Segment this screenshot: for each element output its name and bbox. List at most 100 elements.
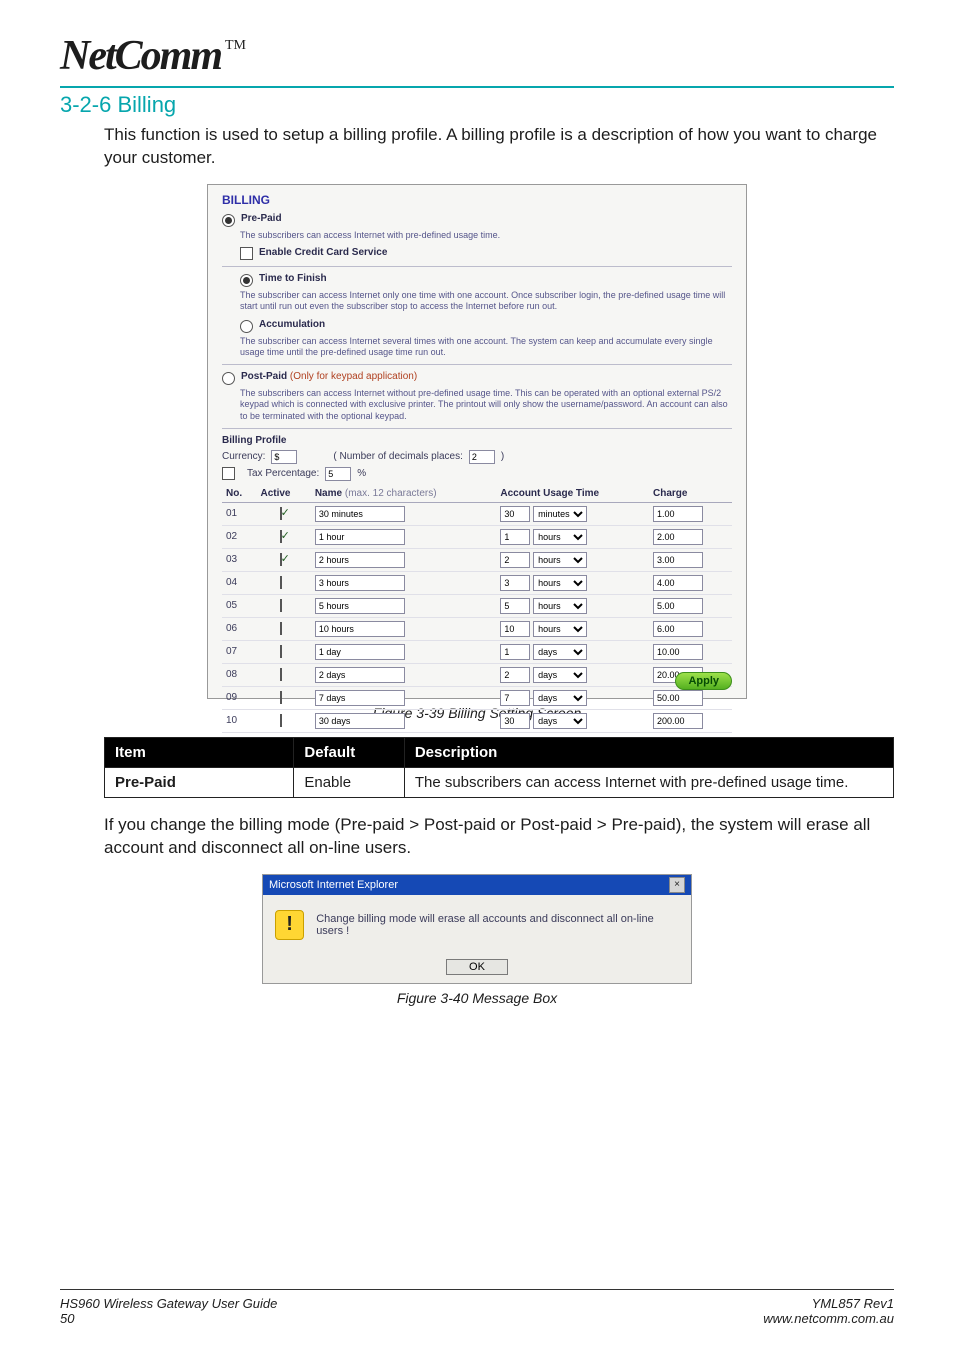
decimals-close: ) xyxy=(501,451,504,462)
row-charge-input[interactable] xyxy=(653,506,703,522)
col-active: Active xyxy=(256,485,310,503)
row-active-checkbox[interactable] xyxy=(280,553,282,566)
close-icon[interactable]: × xyxy=(669,877,685,893)
warning-icon: ! xyxy=(275,910,304,940)
row-charge-input[interactable] xyxy=(653,621,703,637)
row-name-input[interactable] xyxy=(315,529,405,545)
currency-input[interactable] xyxy=(271,450,297,464)
row-unit-select[interactable]: minuteshoursdays xyxy=(533,667,587,683)
prepaid-radio[interactable] xyxy=(222,214,235,227)
meta-col-desc: Description xyxy=(404,737,893,767)
row-name-input[interactable] xyxy=(315,575,405,591)
figure-dialog-caption: Figure 3-40 Message Box xyxy=(60,990,894,1006)
row-active-checkbox[interactable] xyxy=(280,622,282,635)
postpaid-radio[interactable] xyxy=(222,372,235,385)
row-qty-input[interactable] xyxy=(500,621,530,637)
col-name-hint: (max. 12 characters) xyxy=(345,488,437,499)
row-no: 10 xyxy=(222,709,256,732)
table-row: 08 minuteshoursdays xyxy=(222,663,732,686)
row-name-input[interactable] xyxy=(315,644,405,660)
col-usage: Account Usage Time xyxy=(496,485,649,503)
postpaid-label: Post-Paid xyxy=(241,371,287,382)
row-active-checkbox[interactable] xyxy=(280,507,282,520)
section-heading: 3-2-6 Billing xyxy=(60,86,894,118)
billing-screenshot: BILLING Pre-Paid The subscribers can acc… xyxy=(207,184,747,699)
credit-card-checkbox[interactable] xyxy=(240,247,253,260)
mode-change-note: If you change the billing mode (Pre-paid… xyxy=(104,814,894,860)
meta-default: Enable xyxy=(294,767,404,797)
table-row: Pre-Paid Enable The subscribers can acce… xyxy=(105,767,894,797)
acc-label: Accumulation xyxy=(259,319,325,330)
acc-radio[interactable] xyxy=(240,320,253,333)
row-name-input[interactable] xyxy=(315,713,405,729)
footer-right-2: www.netcomm.com.au xyxy=(763,1311,894,1326)
row-qty-input[interactable] xyxy=(500,667,530,683)
col-no: No. xyxy=(222,485,256,503)
row-charge-input[interactable] xyxy=(653,529,703,545)
postpaid-desc: The subscribers can access Internet with… xyxy=(240,388,732,422)
row-no: 03 xyxy=(222,548,256,571)
row-active-checkbox[interactable] xyxy=(280,576,282,589)
row-unit-select[interactable]: minuteshoursdays xyxy=(533,552,587,568)
ttf-label: Time to Finish xyxy=(259,273,327,284)
row-active-checkbox[interactable] xyxy=(280,714,282,727)
row-unit-select[interactable]: minuteshoursdays xyxy=(533,575,587,591)
row-unit-select[interactable]: minuteshoursdays xyxy=(533,690,587,706)
decimals-input[interactable] xyxy=(469,450,495,464)
table-row: 10 minuteshoursdays xyxy=(222,709,732,732)
tax-input[interactable] xyxy=(325,467,351,481)
row-unit-select[interactable]: minuteshoursdays xyxy=(533,621,587,637)
decimals-label: ( Number of decimals places: xyxy=(333,451,463,462)
row-unit-select[interactable]: minuteshoursdays xyxy=(533,529,587,545)
row-charge-input[interactable] xyxy=(653,644,703,660)
row-active-checkbox[interactable] xyxy=(280,530,282,543)
table-row: 02 minuteshoursdays xyxy=(222,525,732,548)
table-row: 07 minuteshoursdays xyxy=(222,640,732,663)
footer-right-1: YML857 Rev1 xyxy=(763,1296,894,1311)
row-active-checkbox[interactable] xyxy=(280,691,282,704)
row-qty-input[interactable] xyxy=(500,690,530,706)
col-name: Name xyxy=(315,488,342,499)
row-unit-select[interactable]: minuteshoursdays xyxy=(533,598,587,614)
meta-table: Item Default Description Pre-Paid Enable… xyxy=(104,737,894,798)
ttf-radio[interactable] xyxy=(240,274,253,287)
row-charge-input[interactable] xyxy=(653,713,703,729)
table-row: 05 minuteshoursdays xyxy=(222,594,732,617)
meta-desc: The subscribers can access Internet with… xyxy=(404,767,893,797)
prepaid-desc: The subscribers can access Internet with… xyxy=(240,230,732,241)
row-qty-input[interactable] xyxy=(500,644,530,660)
row-qty-input[interactable] xyxy=(500,575,530,591)
tax-checkbox[interactable] xyxy=(222,467,235,480)
row-charge-input[interactable] xyxy=(653,690,703,706)
row-qty-input[interactable] xyxy=(500,713,530,729)
row-name-input[interactable] xyxy=(315,621,405,637)
row-name-input[interactable] xyxy=(315,690,405,706)
row-qty-input[interactable] xyxy=(500,529,530,545)
row-charge-input[interactable] xyxy=(653,552,703,568)
row-unit-select[interactable]: minuteshoursdays xyxy=(533,506,587,522)
row-unit-select[interactable]: minuteshoursdays xyxy=(533,713,587,729)
row-qty-input[interactable] xyxy=(500,598,530,614)
acc-desc: The subscriber can access Internet sever… xyxy=(240,336,732,359)
tax-unit: % xyxy=(357,468,366,479)
apply-button[interactable]: Apply xyxy=(675,672,732,690)
ok-button[interactable]: OK xyxy=(446,959,508,975)
row-active-checkbox[interactable] xyxy=(280,599,282,612)
row-active-checkbox[interactable] xyxy=(280,645,282,658)
page-footer: HS960 Wireless Gateway User Guide 50 YML… xyxy=(60,1289,894,1326)
row-no: 07 xyxy=(222,640,256,663)
row-name-input[interactable] xyxy=(315,506,405,522)
row-qty-input[interactable] xyxy=(500,506,530,522)
table-row: 04 minuteshoursdays xyxy=(222,571,732,594)
col-charge: Charge xyxy=(649,485,732,503)
row-charge-input[interactable] xyxy=(653,575,703,591)
meta-col-default: Default xyxy=(294,737,404,767)
row-active-checkbox[interactable] xyxy=(280,668,282,681)
row-qty-input[interactable] xyxy=(500,552,530,568)
row-name-input[interactable] xyxy=(315,552,405,568)
row-name-input[interactable] xyxy=(315,598,405,614)
row-name-input[interactable] xyxy=(315,667,405,683)
row-charge-input[interactable] xyxy=(653,598,703,614)
row-unit-select[interactable]: minuteshoursdays xyxy=(533,644,587,660)
credit-card-label: Enable Credit Card Service xyxy=(259,247,387,258)
